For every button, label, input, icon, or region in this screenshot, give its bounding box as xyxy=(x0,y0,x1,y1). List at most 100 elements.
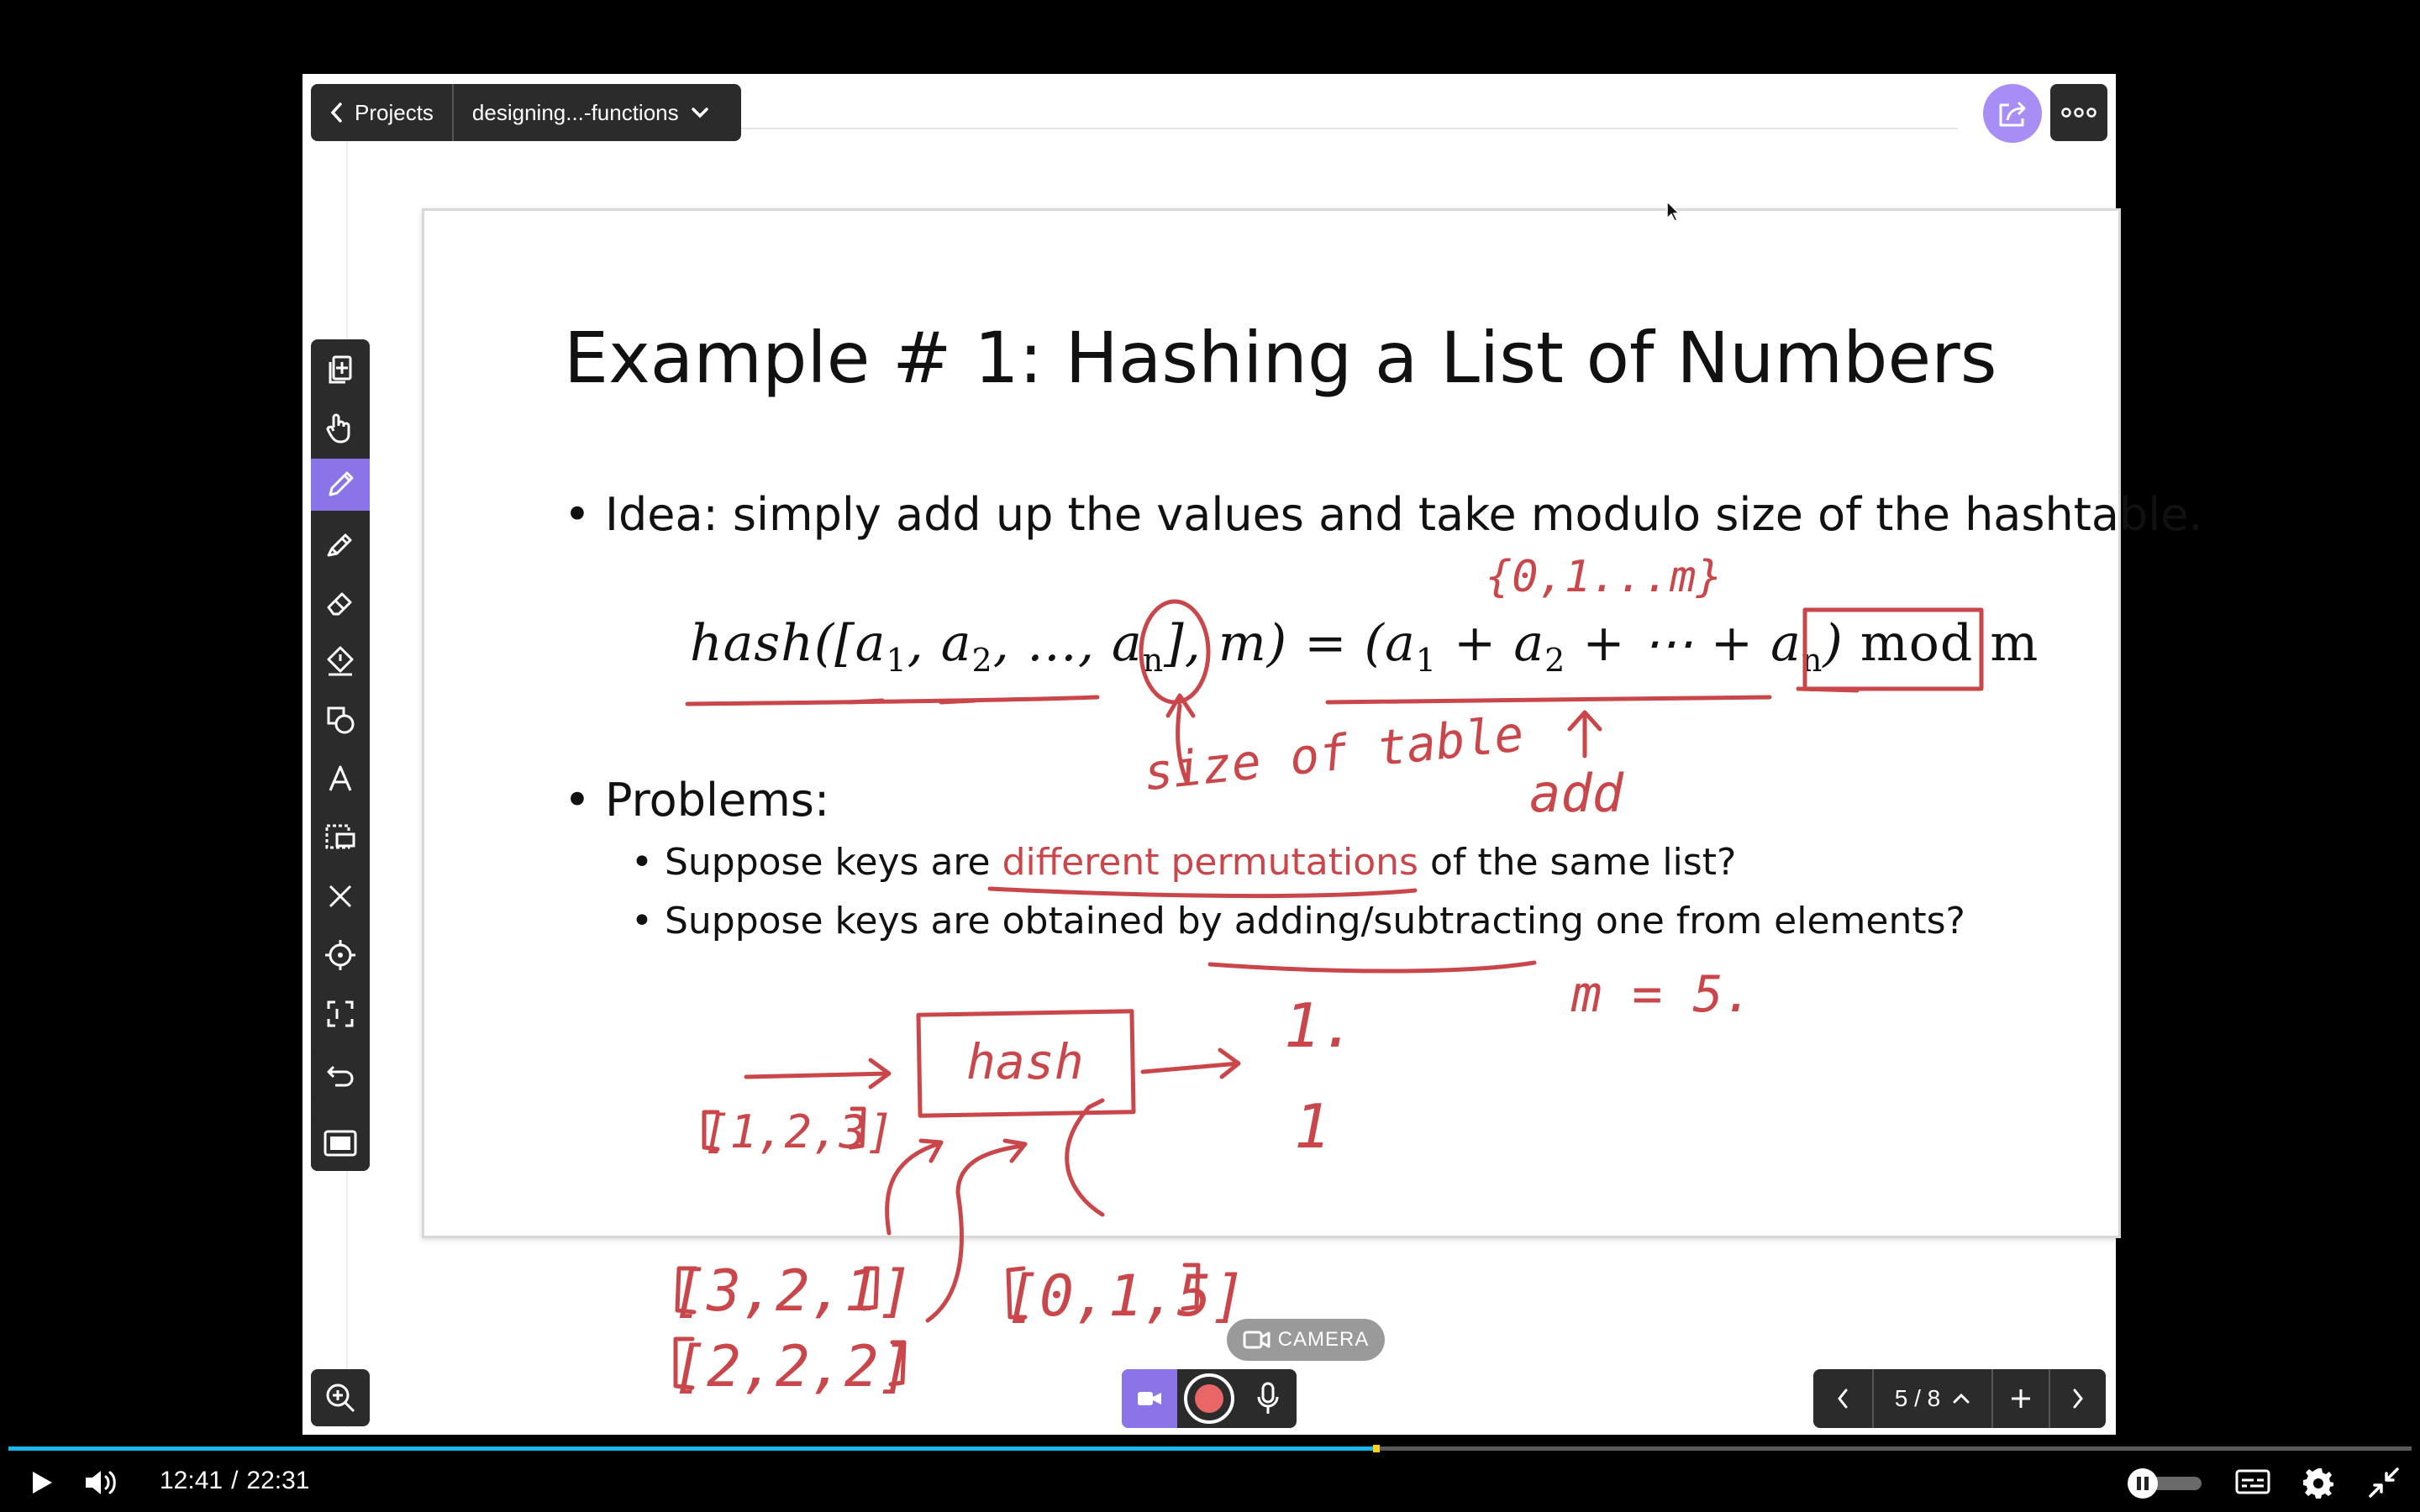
hand-tool[interactable] xyxy=(311,402,370,454)
camera-badge[interactable]: CAMERA xyxy=(1227,1319,1385,1361)
next-page-button[interactable] xyxy=(2050,1369,2106,1428)
back-to-projects-button[interactable]: Projects xyxy=(311,84,452,141)
hash-formula: hash([a1, a2, …, an], m) = (a1 + a2 + ⋯ … xyxy=(690,614,2039,679)
microphone-button[interactable] xyxy=(1239,1369,1297,1428)
video-progress-bar[interactable] xyxy=(8,1445,2412,1452)
chevron-left-icon xyxy=(1838,1389,1848,1409)
sub-bullet-permutations: • Suppose keys are different permutation… xyxy=(631,841,1737,884)
share-button[interactable] xyxy=(1983,84,2042,143)
marker-tool[interactable] xyxy=(311,517,370,570)
captions-icon xyxy=(2235,1469,2270,1494)
highlighted-text: different permutations xyxy=(1002,841,1418,884)
formula-part: ) xyxy=(1823,614,1844,673)
add-page-tool[interactable] xyxy=(311,343,370,395)
clear-tool[interactable] xyxy=(311,870,370,922)
more-dots-icon xyxy=(2061,108,2096,118)
formula-part: , a xyxy=(907,614,972,673)
settings-button[interactable] xyxy=(2297,1462,2339,1504)
share-icon xyxy=(1999,101,2026,127)
formula-part: , …, a xyxy=(992,614,1143,673)
undo-button[interactable] xyxy=(311,1050,370,1104)
gear-icon xyxy=(2303,1468,2333,1499)
text-icon xyxy=(329,765,352,791)
fill-tool[interactable] xyxy=(311,635,370,687)
video-toggle-button[interactable] xyxy=(1122,1369,1177,1428)
previous-page-button[interactable] xyxy=(1813,1369,1872,1428)
back-label: Projects xyxy=(355,99,434,125)
formula-part: + a xyxy=(1436,614,1545,673)
undo-icon xyxy=(327,1065,354,1087)
time-separator: / xyxy=(231,1467,239,1494)
eraser-icon xyxy=(327,592,352,616)
select-icon xyxy=(325,824,355,849)
chevron-up-icon xyxy=(1953,1393,1970,1404)
autoplay-toggle[interactable] xyxy=(2126,1465,2203,1502)
hand-icon xyxy=(326,413,350,444)
bullet-problems: • Problems: xyxy=(564,774,830,827)
laser-icon xyxy=(325,940,355,970)
play-icon xyxy=(33,1472,52,1494)
page-number: 5 / 8 xyxy=(1894,1385,1941,1411)
time-display: 12:41 / 22:31 xyxy=(160,1467,310,1495)
record-dot-icon xyxy=(1195,1384,1223,1413)
formula-part: hash([a xyxy=(690,614,886,673)
formula-sub: 1 xyxy=(1415,642,1437,679)
marker-icon xyxy=(327,533,352,557)
recording-controls xyxy=(1122,1369,1297,1428)
sub-bullet-text: Suppose keys are xyxy=(664,841,1002,884)
bullet-idea-text: Idea: simply add up the values and take … xyxy=(605,488,2203,541)
chevron-right-icon xyxy=(2073,1389,2083,1409)
bullet-idea: • Idea: simply add up the values and tak… xyxy=(564,488,2203,541)
camera-icon xyxy=(1243,1331,1270,1349)
microphone-icon xyxy=(1257,1382,1279,1414)
add-page-button[interactable] xyxy=(1993,1369,2049,1428)
sub-bullet-text: Suppose keys are obtained by adding/subt… xyxy=(664,900,1965,942)
formula-sub: 1 xyxy=(886,642,908,679)
shapes-icon xyxy=(327,706,355,734)
exit-fullscreen-button[interactable] xyxy=(2363,1462,2405,1504)
bullet-problems-text: Problems: xyxy=(605,774,830,827)
laser-tool[interactable] xyxy=(311,929,370,981)
slide-canvas[interactable]: Example # 1: Hashing a List of Numbers •… xyxy=(422,208,2203,1238)
page-indicator[interactable]: 5 / 8 xyxy=(1874,1369,1991,1428)
captions-button[interactable] xyxy=(2232,1463,2274,1502)
formula-sub: 2 xyxy=(971,642,993,679)
formula-part: + ⋯ + a xyxy=(1565,614,1802,673)
fit-screen-icon xyxy=(324,1130,357,1157)
slide-title: Example # 1: Hashing a List of Numbers xyxy=(564,317,1997,399)
play-button[interactable] xyxy=(20,1462,62,1504)
formula-part: ], m) = (a xyxy=(1164,614,1416,673)
chevron-left-icon xyxy=(330,102,342,123)
crop-tool[interactable] xyxy=(311,988,370,1040)
chevron-down-icon xyxy=(691,108,708,118)
exit-fullscreen-icon xyxy=(2369,1467,2399,1498)
video-camera-icon xyxy=(1138,1392,1161,1405)
pen-icon xyxy=(329,471,354,496)
fit-screen-button[interactable] xyxy=(311,1116,370,1171)
video-progress-fill xyxy=(8,1446,1374,1451)
select-tool[interactable] xyxy=(311,811,370,864)
eraser-tool[interactable] xyxy=(311,576,370,628)
pen-tool[interactable] xyxy=(311,459,370,511)
formula-sub: n xyxy=(1801,642,1823,679)
zoom-button[interactable] xyxy=(311,1369,370,1426)
camera-label-text: CAMERA xyxy=(1277,1328,1370,1351)
text-tool[interactable] xyxy=(311,753,370,805)
project-name-dropdown[interactable]: designing...-functions xyxy=(454,84,739,141)
pause-toggle-icon xyxy=(2128,1468,2202,1499)
zoom-in-icon xyxy=(326,1383,355,1413)
sub-bullet-adding: • Suppose keys are obtained by adding/su… xyxy=(631,900,1965,942)
record-button[interactable] xyxy=(1184,1373,1234,1424)
volume-button[interactable] xyxy=(79,1462,123,1504)
shapes-tool[interactable] xyxy=(311,694,370,746)
page-navigator: 5 / 8 xyxy=(1813,1369,2106,1428)
project-nav: Projects designing...-functions xyxy=(311,84,741,141)
close-icon xyxy=(329,885,352,908)
volume-icon xyxy=(86,1471,116,1494)
duration: 22:31 xyxy=(246,1467,310,1494)
formula-sub: 2 xyxy=(1544,642,1566,679)
more-options-button[interactable] xyxy=(2050,84,2107,141)
formula-mod: mod m xyxy=(1860,614,2039,673)
add-page-icon xyxy=(329,355,352,384)
mouse-cursor-icon xyxy=(1666,200,1681,222)
